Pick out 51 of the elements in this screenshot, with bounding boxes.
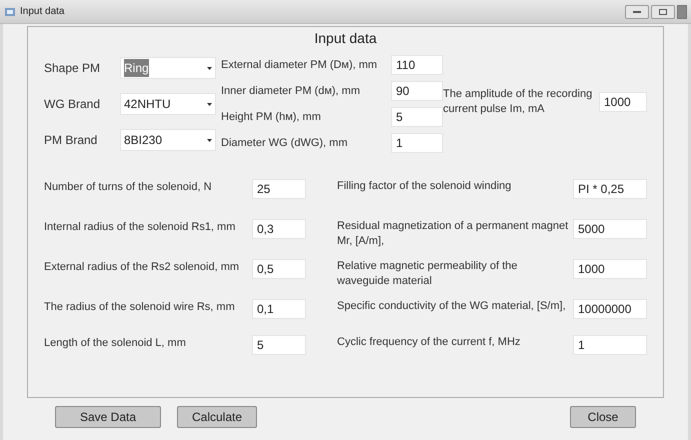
field-label: The radius of the solenoid wire Rs, mm: [44, 300, 236, 315]
input-field[interactable]: 1000: [599, 92, 647, 112]
field-label: Length of the solenoid L, mm: [44, 336, 187, 351]
combo-label: PM Brand: [44, 132, 98, 149]
combo-label: WG Brand: [44, 96, 102, 113]
dialog-button[interactable]: Close: [570, 406, 636, 428]
field-label: Cyclic frequency of the current f, MHz: [337, 335, 522, 350]
input-field[interactable]: 90: [391, 81, 443, 101]
input-field[interactable]: 25: [252, 179, 306, 199]
dropdown-value: 42NHTU: [124, 96, 171, 113]
app-icon: [4, 6, 16, 18]
dropdown[interactable]: 42NHTU: [120, 93, 216, 115]
input-field[interactable]: 1: [391, 133, 443, 153]
combo-label: Shape PM: [44, 60, 102, 77]
caret-icon: [207, 102, 212, 106]
field-label: External diameter PM (Dм), mm: [221, 58, 378, 73]
field-label: The amplitude of the recording current pulse Im, mA: [443, 87, 594, 117]
window-title: Input data: [20, 5, 64, 19]
input-field[interactable]: 0,3: [252, 219, 306, 239]
field-label: Residual magnetization of a permanent magnet Mr, [A/m],: [337, 219, 570, 249]
field-label: Relative magnetic permeability of the waveguide material: [337, 259, 518, 289]
close-window-button[interactable]: [677, 4, 687, 18]
input-field[interactable]: PI * 0,25: [573, 179, 647, 199]
field-label: Specific conductivity of the WG material, [S/m],: [337, 299, 567, 314]
field-label: External radius of the Rs2 solenoid, mm: [44, 260, 240, 275]
minimize-button[interactable]: [625, 4, 649, 18]
field-label: Number of turns of the solenoid, N: [44, 180, 213, 195]
input-field[interactable]: 0,5: [252, 259, 306, 279]
input-field[interactable]: 110: [391, 55, 443, 75]
field-label: Diameter WG (dWG), mm: [221, 136, 348, 151]
input-field[interactable]: 10000000: [573, 299, 647, 319]
dropdown-value: 8BI230: [124, 132, 162, 149]
dropdown[interactable]: 8BI230: [120, 129, 216, 151]
field-label: Internal radius of the solenoid Rs1, mm: [44, 220, 236, 235]
input-field[interactable]: 1000: [573, 259, 647, 279]
caret-icon: [207, 138, 212, 142]
maximize-button[interactable]: [651, 4, 675, 18]
field-label: Inner diameter PM (dм), mm: [221, 84, 361, 99]
panel-title: Input data: [314, 29, 377, 48]
input-field[interactable]: 0,1: [252, 299, 306, 319]
field-label: Filling factor of the solenoid winding: [337, 179, 512, 194]
input-field[interactable]: 5: [252, 335, 306, 355]
input-field[interactable]: 5000: [573, 219, 647, 239]
field-label: Height PM (hм), mm: [221, 110, 322, 125]
input-field[interactable]: 1: [573, 335, 647, 355]
dropdown[interactable]: Ring: [120, 57, 216, 79]
input-field[interactable]: 5: [391, 107, 443, 127]
dropdown-value: Ring: [124, 59, 149, 77]
dialog-button[interactable]: Save Data: [55, 406, 161, 428]
caret-icon: [207, 66, 212, 70]
dialog-button[interactable]: Calculate: [177, 406, 257, 428]
